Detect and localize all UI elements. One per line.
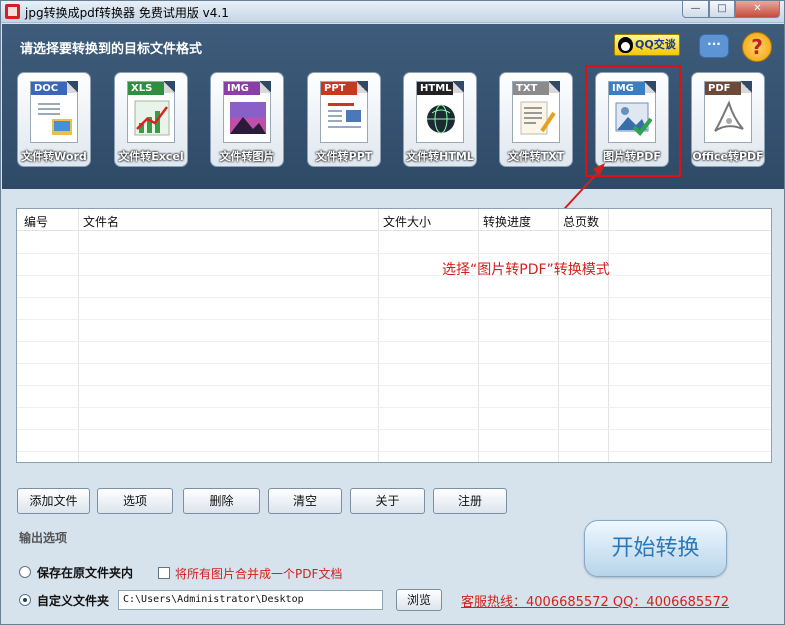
pdf-file-icon: PDF (704, 81, 752, 143)
row-divider (17, 429, 771, 430)
mode-office-to-pdf-button[interactable]: PDF Office转PDF (691, 72, 765, 167)
column-header[interactable]: 转换进度 (483, 213, 531, 230)
window-title: jpg转换成pdf转换器 免费试用版 v4.1 (25, 6, 229, 20)
file-list[interactable]: 编号 文件名 文件大小 转换进度 总页数 选择“图片转PDF”转换模式 (16, 208, 772, 463)
chat-bubble-icon[interactable]: ··· (699, 34, 729, 58)
custom-folder-radio[interactable] (19, 594, 31, 606)
column-header[interactable]: 文件名 (83, 213, 119, 230)
row-divider (17, 319, 771, 320)
about-button[interactable]: 关于 (350, 488, 425, 514)
column-divider (608, 209, 609, 462)
ppt-file-icon: PPT (320, 81, 368, 143)
add-file-button[interactable]: 添加文件 (17, 488, 90, 514)
xls-file-icon: XLS (127, 81, 175, 143)
column-header[interactable]: 编号 (24, 213, 48, 230)
column-divider (478, 209, 479, 462)
row-divider (17, 451, 771, 452)
output-options-label: 输出选项 (19, 531, 68, 545)
mode-tag: PPT (321, 82, 357, 95)
mode-tag: PDF (705, 82, 741, 95)
start-convert-button[interactable]: 开始转换 (584, 520, 727, 577)
row-divider (17, 385, 771, 386)
row-divider (17, 407, 771, 408)
qq-chat-label: QQ交谈 (635, 38, 676, 51)
column-divider (78, 209, 79, 462)
mode-excel-button[interactable]: XLS 文件转Excel (114, 72, 188, 167)
img-file-icon: IMG (223, 81, 271, 143)
custom-folder-label[interactable]: 自定义文件夹 (37, 592, 109, 609)
merge-label[interactable]: 将所有图片合并成一个PDF文档 (175, 565, 342, 582)
keep-original-label[interactable]: 保存在原文件夹内 (37, 564, 133, 581)
format-prompt: 请选择要转换到的目标文件格式 (20, 42, 203, 57)
qq-chat-button[interactable]: QQ交谈 (614, 34, 680, 56)
column-divider (558, 209, 559, 462)
hotline-link[interactable]: 客服热线：4006685572 QQ：4006685572 (461, 591, 729, 610)
browse-button[interactable]: 浏览 (396, 589, 442, 611)
maximize-button[interactable]: □ (709, 1, 735, 18)
mode-label: 文件转Word (21, 150, 87, 163)
help-icon[interactable]: ? (742, 32, 772, 62)
mode-tag: TXT (513, 82, 549, 95)
mode-label: 文件转PPT (315, 150, 373, 163)
html-file-icon: HTML (416, 81, 464, 143)
column-divider (378, 209, 379, 462)
mode-label: 文件转HTML (406, 150, 474, 163)
mode-tag: DOC (31, 82, 67, 95)
mode-label: 文件转图片 (219, 150, 275, 163)
close-button[interactable]: ✕ (735, 1, 780, 18)
mode-word-button[interactable]: DOC 文件转Word (17, 72, 91, 167)
column-header[interactable]: 文件大小 (383, 213, 431, 230)
column-header[interactable]: 总页数 (563, 213, 599, 230)
mode-html-button[interactable]: HTML 文件转HTML (403, 72, 477, 167)
mode-image-button[interactable]: IMG 文件转图片 (210, 72, 284, 167)
row-divider (17, 341, 771, 342)
txt-art-icon (520, 101, 556, 135)
register-button[interactable]: 注册 (433, 488, 507, 514)
merge-checkbox[interactable] (158, 567, 170, 579)
app-icon (5, 4, 20, 19)
app-window: jpg转换成pdf转换器 免费试用版 v4.1 — □ ✕ 请选择要转换到的目标… (0, 0, 785, 625)
mode-ppt-button[interactable]: PPT 文件转PPT (307, 72, 381, 167)
title-bar: jpg转换成pdf转换器 免费试用版 v4.1 — □ ✕ (1, 1, 784, 23)
keep-original-radio[interactable] (19, 566, 31, 578)
ppt-art-icon (328, 103, 361, 128)
minimize-button[interactable]: — (682, 1, 709, 18)
image-art-icon (230, 102, 266, 134)
clear-button[interactable]: 清空 (268, 488, 342, 514)
mode-tag: HTML (417, 82, 453, 95)
file-list-header: 编号 文件名 文件大小 转换进度 总页数 (17, 209, 771, 231)
acrobat-icon (714, 100, 744, 132)
annotation-text: 选择“图片转PDF”转换模式 (442, 262, 610, 278)
delete-button[interactable]: 删除 (183, 488, 260, 514)
output-path-field[interactable]: C:\Users\Administrator\Desktop (118, 590, 383, 610)
doc-file-icon: DOC (30, 81, 78, 143)
row-divider (17, 363, 771, 364)
mode-label: 文件转Excel (118, 150, 184, 163)
row-divider (17, 253, 771, 254)
mode-label: Office转PDF (692, 150, 764, 163)
word-art-icon (38, 103, 72, 135)
globe-icon (427, 104, 455, 134)
qq-penguin-icon (618, 37, 633, 53)
mode-tag: IMG (224, 82, 260, 95)
mode-tag: XLS (128, 82, 164, 95)
options-button[interactable]: 选项 (97, 488, 173, 514)
row-divider (17, 297, 771, 298)
txt-file-icon: TXT (512, 81, 560, 143)
excel-art-icon (134, 100, 170, 136)
row-divider (17, 275, 771, 276)
